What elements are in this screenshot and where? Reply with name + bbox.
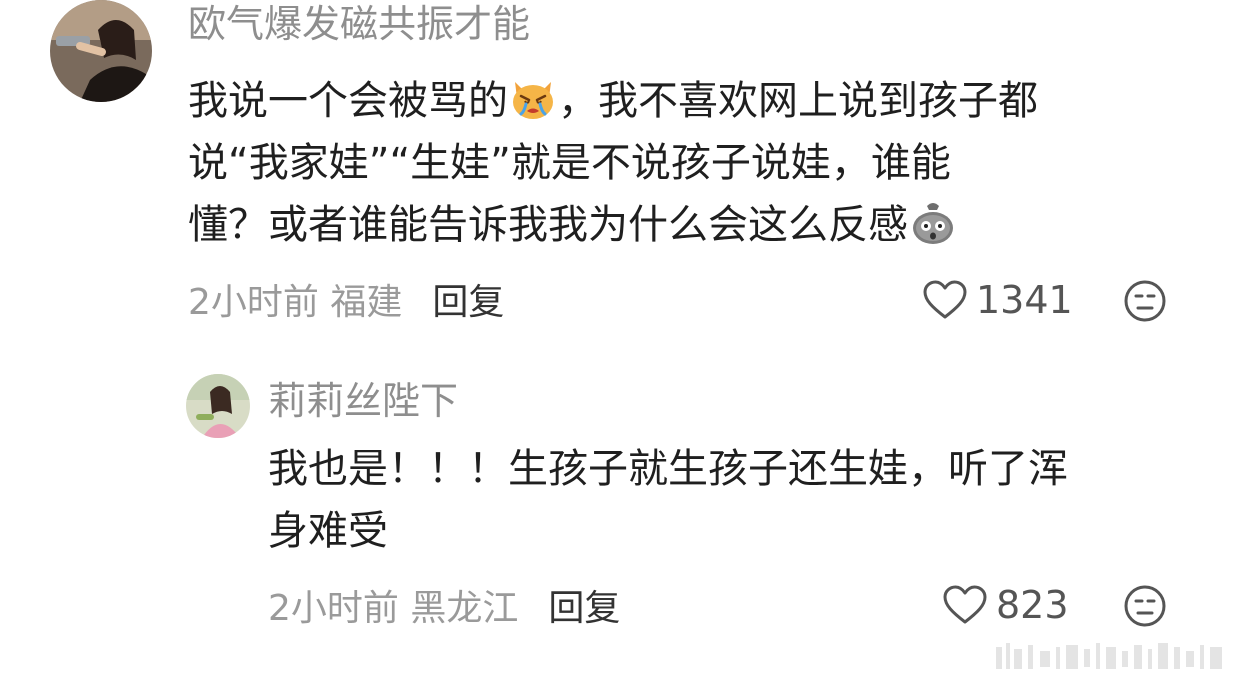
- like-count: 1341: [976, 278, 1073, 322]
- comment-body-line: 我也是！！！生孩子就生孩子还生娃，听了浑: [268, 446, 1068, 492]
- crying-cat-emoji: [509, 74, 557, 122]
- comment-body-line: 我说一个会被骂的 ，我不喜欢网上说到孩子都: [188, 70, 1038, 132]
- username[interactable]: 莉莉丝陛下: [268, 379, 458, 423]
- comment-text: 我说一个会被骂的: [188, 78, 508, 124]
- avatar[interactable]: [50, 0, 152, 102]
- reply-button[interactable]: 回复: [548, 588, 620, 629]
- time-location: 2小时前 黑龙江: [268, 588, 519, 629]
- like-button[interactable]: 823: [942, 584, 1069, 626]
- reply-button[interactable]: 回复: [432, 282, 504, 323]
- neutral-face-icon[interactable]: [1123, 584, 1167, 628]
- comment-text: ，我不喜欢网上说到孩子都: [558, 78, 1038, 124]
- neutral-face-icon[interactable]: [1123, 279, 1167, 323]
- heart-icon: [942, 584, 988, 626]
- username[interactable]: 欧气爆发磁共振才能: [188, 2, 530, 46]
- comment-thread: 欧气爆发磁共振才能 我说一个会被骂的 ，我不喜欢网上说到孩子都 说“我家娃”“生…: [0, 0, 1236, 681]
- comment-meta: 2小时前 福建 回复: [188, 282, 504, 324]
- comment-body-line: 身难受: [268, 508, 388, 554]
- comment-body: 我也是！！！生孩子就生孩子还生娃，听了浑 身难受: [268, 438, 1068, 562]
- time-location: 2小时前 福建: [188, 282, 403, 323]
- avatar[interactable]: [186, 374, 250, 438]
- comment-body: 我说一个会被骂的 ，我不喜欢网上说到孩子都 说“我家娃”“生娃”就是不说孩子说娃…: [188, 70, 1038, 256]
- watermark-graphic: [996, 641, 1226, 671]
- like-button[interactable]: 1341: [922, 279, 1073, 321]
- comment-meta: 2小时前 黑龙江 回复: [268, 588, 620, 630]
- comment-body-line: 说“我家娃”“生娃”就是不说孩子说娃，谁能: [188, 140, 951, 186]
- heart-icon: [922, 279, 968, 321]
- comment-text: 懂？或者谁能告诉我我为什么会这么反感: [188, 202, 908, 248]
- shocked-bag-emoji: [909, 198, 957, 246]
- comment-body-line: 懂？或者谁能告诉我我为什么会这么反感: [188, 194, 1038, 256]
- like-count: 823: [996, 583, 1069, 627]
